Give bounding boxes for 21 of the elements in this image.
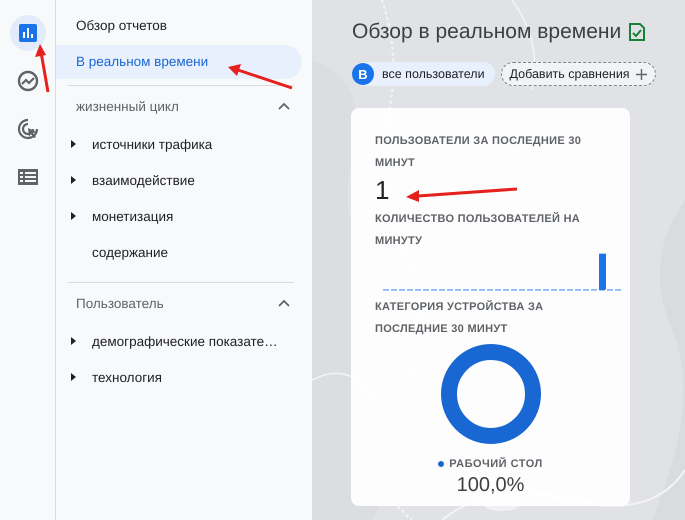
section-title: Пользователь: [76, 296, 164, 310]
per-minute-title: КОЛИЧЕСТВО ПОЛЬЗОВАТЕЛЕЙ НА МИНУТУ: [375, 211, 582, 249]
legend-label: РАБОЧИЙ СТОЛ: [449, 458, 543, 470]
users-title: ПОЛЬЗОВАТЕЛИ ЗА ПОСЛЕДНИЕ 30 МИНУТ: [375, 134, 582, 171]
report-nav-item[interactable]: В реальном времени: [56, 45, 302, 79]
report-nav-item[interactable]: содержание: [92, 244, 168, 260]
page-title: Обзор в реальном времени: [352, 20, 622, 44]
device-share: 100,0%: [456, 474, 526, 497]
report-nav-item[interactable]: технология: [92, 370, 162, 384]
section-title: жизненный цикл: [76, 98, 179, 114]
report-nav-item[interactable]: источники трафика: [92, 136, 212, 152]
device-title: КАТЕГОРИЯ УСТРОЙСТВА ЗА ПОСЛЕДНИЕ 30 МИНУТ: [375, 299, 544, 337]
segment-label: все пользователи: [382, 67, 485, 81]
report-nav-item[interactable]: взаимодействие: [92, 172, 195, 188]
report-nav-item[interactable]: монетизация: [92, 208, 174, 224]
report-nav-item[interactable]: демографические показате…: [92, 334, 278, 348]
users-count: 1: [375, 174, 390, 206]
add-comparison-button[interactable]: Добавить сравнения: [500, 62, 656, 86]
segment-chip[interactable]: B все пользователи: [352, 62, 495, 86]
segment-badge: B: [352, 63, 374, 85]
report-nav-item[interactable]: Обзор отчетов: [56, 9, 302, 43]
